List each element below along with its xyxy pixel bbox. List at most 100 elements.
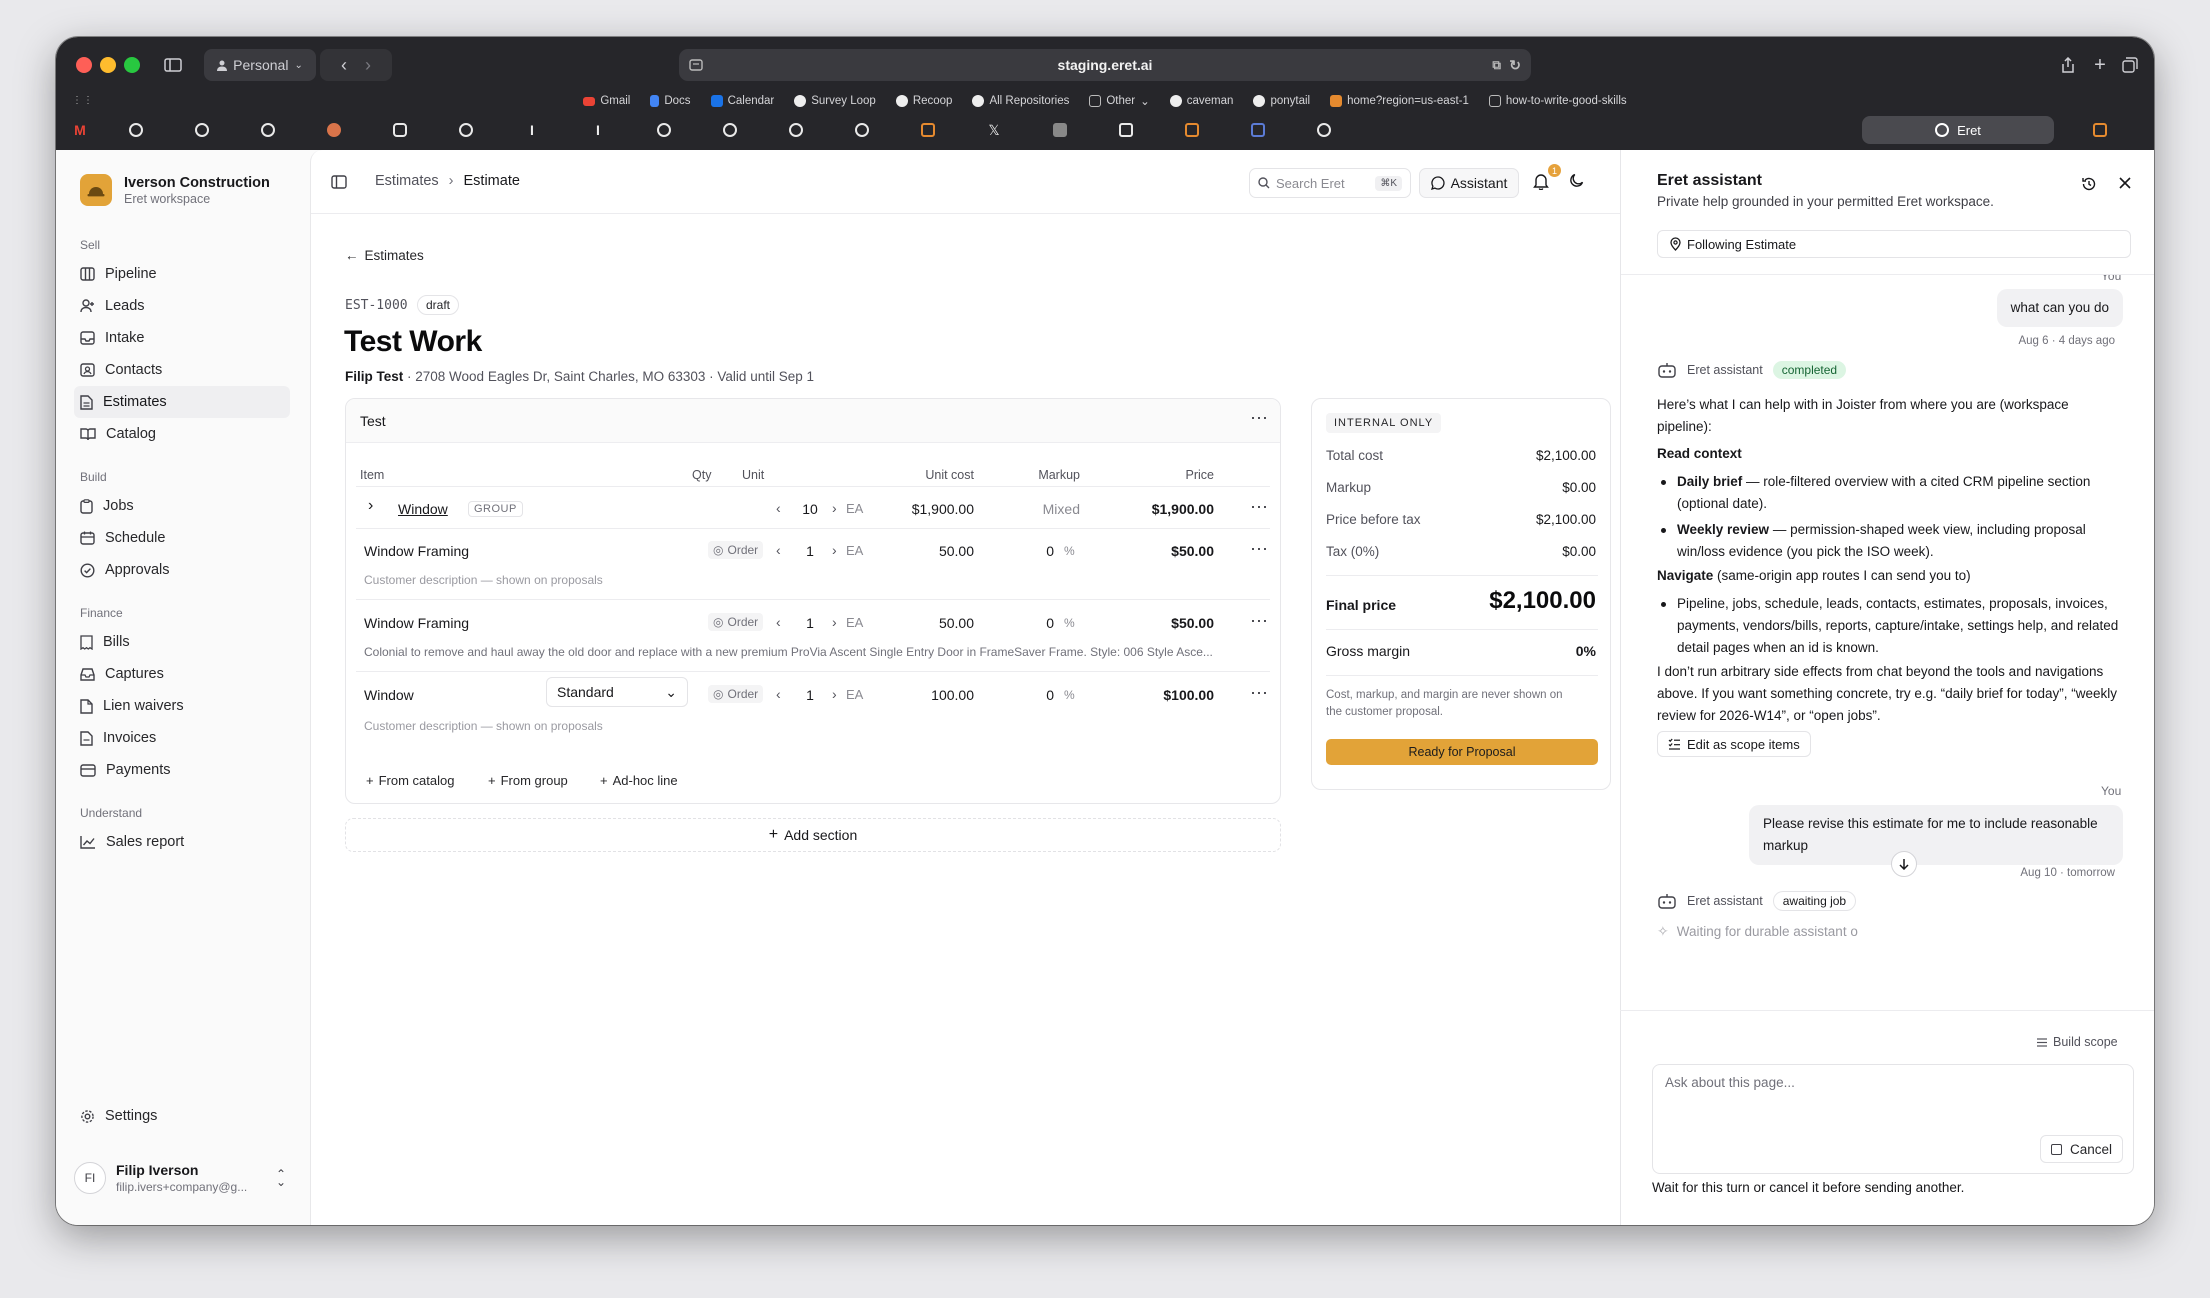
row-markup[interactable]: 0 (1006, 615, 1054, 631)
bookmark-docs[interactable]: Docs (650, 95, 691, 107)
bookmark-survey-loop[interactable]: Survey Loop (794, 95, 876, 107)
row-qty[interactable]: 10 (796, 501, 824, 517)
tab-site-plus[interactable] (916, 118, 940, 142)
from-catalog-button[interactable]: + From catalog (366, 773, 454, 788)
edit-as-scope-items-button[interactable]: Edit as scope items (1657, 731, 1811, 757)
scroll-to-bottom-button[interactable] (1891, 851, 1917, 877)
more-icon[interactable]: ⋯ (1250, 684, 1269, 702)
sidebar-item-contacts[interactable]: Contacts (74, 354, 290, 386)
translate-icon[interactable]: ⧉ (1492, 58, 1501, 73)
user-menu[interactable]: FI Filip Iverson filip.ivers+company@g..… (74, 1150, 292, 1206)
tab-fi[interactable] (1114, 118, 1138, 142)
row-unit-cost[interactable]: 50.00 (870, 615, 974, 631)
from-group-button[interactable]: + From group (488, 773, 568, 788)
tab-x[interactable]: 𝕏 (982, 118, 1006, 142)
qty-decrement-icon[interactable]: ‹ (776, 542, 781, 558)
sidebar-item-payments[interactable]: Payments (74, 754, 290, 786)
row-unit-cost[interactable]: 50.00 (870, 543, 974, 559)
tab-g[interactable] (1048, 118, 1072, 142)
row-item-name[interactable]: Window Framing (364, 615, 469, 631)
tab-gmail[interactable]: M (68, 118, 92, 142)
client-name[interactable]: Filip Test (345, 369, 403, 384)
panel-toggle-icon[interactable] (331, 175, 347, 189)
variant-select[interactable]: Standard ⌄ (546, 677, 688, 707)
moon-icon[interactable] (1569, 172, 1585, 188)
profile-button[interactable]: Personal ⌄ (204, 49, 316, 81)
sidebar-item-settings[interactable]: Settings (74, 1100, 290, 1132)
row-description[interactable]: Customer description — shown on proposal… (364, 719, 603, 733)
tab-github-4[interactable] (850, 118, 874, 142)
forward-arrow-icon[interactable]: › (365, 55, 371, 76)
bookmark-all-repositories[interactable]: All Repositories (972, 95, 1069, 107)
tab-site-plus-3[interactable] (2088, 118, 2112, 142)
search-input[interactable]: Search Eret ⌘K (1249, 168, 1411, 198)
ad-hoc-line-button[interactable]: + Ad-hoc line (600, 773, 678, 788)
tab-linear-2[interactable]: I (586, 118, 610, 142)
tab-site-square[interactable] (388, 118, 412, 142)
site-settings-icon[interactable] (689, 59, 703, 71)
tab-linear-1[interactable]: I (520, 118, 544, 142)
sidebar-item-captures[interactable]: Captures (74, 658, 290, 690)
reload-icon[interactable]: ↻ (1509, 57, 1521, 74)
tab-github-5[interactable] (1312, 118, 1336, 142)
bookmark-how-to-write-good-skills[interactable]: how-to-write-good-skills (1488, 95, 1627, 107)
row-description[interactable]: Customer description — shown on proposal… (364, 573, 603, 587)
bookmark-calendar[interactable]: Calendar (710, 95, 774, 107)
sidebar-item-leads[interactable]: Leads (74, 290, 290, 322)
tab-eret-3[interactable] (256, 118, 280, 142)
row-item-name[interactable]: Window Framing (364, 543, 469, 559)
row-description[interactable]: Colonial to remove and haul away the old… (364, 645, 1254, 659)
row-item-name[interactable]: Window (364, 687, 414, 703)
back-to-estimates-link[interactable]: ← Estimates (345, 248, 424, 263)
bookmark-recoop[interactable]: Recoop (895, 95, 952, 107)
sidebar-item-catalog[interactable]: Catalog (74, 418, 290, 450)
following-context-pill[interactable]: Following Estimate (1657, 230, 2131, 258)
order-pill[interactable]: ◎ Order (708, 541, 764, 559)
bookmark-gmail[interactable]: Gmail (583, 95, 630, 107)
tab-site-blue[interactable] (1246, 118, 1270, 142)
tab-eret-2[interactable] (190, 118, 214, 142)
cancel-button[interactable]: Cancel (2039, 1135, 2123, 1163)
tab-github-2[interactable] (652, 118, 676, 142)
qty-increment-icon[interactable]: › (832, 542, 837, 558)
qty-increment-icon[interactable]: › (832, 614, 837, 630)
sidebar-item-lien-waivers[interactable]: Lien waivers (74, 690, 290, 722)
share-icon[interactable] (2054, 51, 2082, 79)
org-switcher[interactable]: Iverson Construction Eret workspace (80, 174, 270, 206)
sidebar-toggle-icon[interactable] (156, 49, 190, 81)
sidebar-item-estimates[interactable]: Estimates (74, 386, 290, 418)
breadcrumb-estimates[interactable]: Estimates (375, 173, 439, 189)
sidebar-item-intake[interactable]: Intake (74, 322, 290, 354)
qty-decrement-icon[interactable]: ‹ (776, 614, 781, 630)
more-icon[interactable]: ⋯ (1250, 498, 1269, 516)
qty-increment-icon[interactable]: › (832, 686, 837, 702)
new-tab-icon[interactable]: + (2086, 51, 2114, 79)
row-qty[interactable]: 1 (796, 543, 824, 559)
tab-eret-4[interactable] (784, 118, 808, 142)
tab-eret-active[interactable]: Eret (1862, 116, 2054, 144)
assistant-button[interactable]: Assistant (1419, 168, 1519, 198)
bookmark-aws-home[interactable]: home?region=us-east-1 (1330, 95, 1469, 107)
ready-for-proposal-button[interactable]: Ready for Proposal (1326, 739, 1598, 765)
qty-decrement-icon[interactable]: ‹ (776, 500, 781, 516)
row-markup[interactable]: 0 (1006, 543, 1054, 559)
row-qty[interactable]: 1 (796, 615, 824, 631)
tab-github-3[interactable] (718, 118, 742, 142)
more-icon[interactable]: ⋯ (1250, 612, 1269, 630)
bookmark-ponytail[interactable]: ponytail (1253, 95, 1310, 107)
qty-decrement-icon[interactable]: ‹ (776, 686, 781, 702)
address-bar[interactable]: staging.eret.ai ⧉ ↻ (679, 49, 1531, 81)
sidebar-item-invoices[interactable]: Invoices (74, 722, 290, 754)
zoom-window-button[interactable] (124, 57, 140, 73)
bookmark-other[interactable]: Other ⌄ (1089, 94, 1150, 108)
close-window-button[interactable] (76, 57, 92, 73)
close-icon[interactable] (2118, 176, 2132, 190)
sidebar-item-sales-report[interactable]: Sales report (74, 826, 290, 858)
sidebar-item-bills[interactable]: Bills (74, 626, 290, 658)
build-scope-button[interactable]: Build scope (2036, 1035, 2118, 1049)
sidebar-item-jobs[interactable]: Jobs (74, 490, 290, 522)
tab-site-orange[interactable] (322, 118, 346, 142)
order-pill[interactable]: ◎ Order (708, 685, 764, 703)
qty-increment-icon[interactable]: › (832, 500, 837, 516)
tab-overview-icon[interactable] (2116, 51, 2144, 79)
